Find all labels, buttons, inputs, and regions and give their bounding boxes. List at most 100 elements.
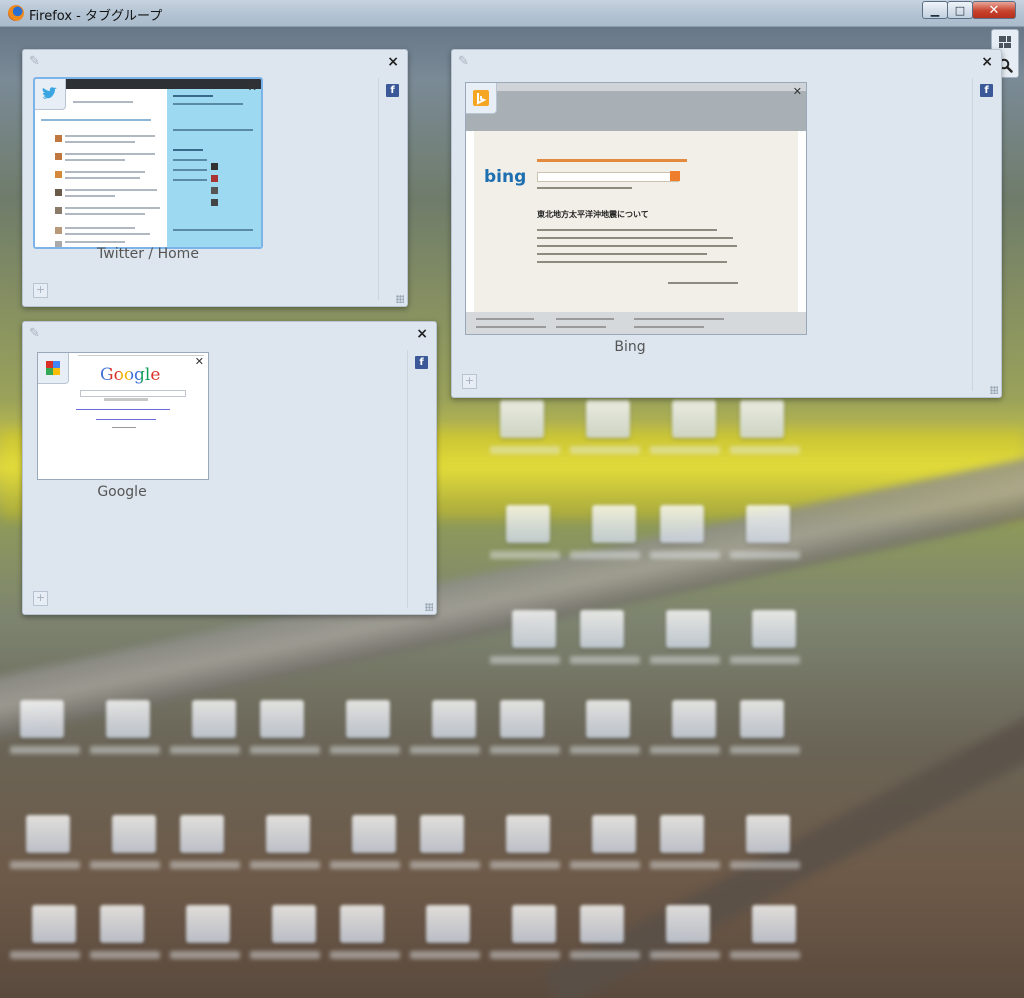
group-rename-pencil-icon[interactable]: ✎ — [29, 54, 40, 69]
desktop-file-icon — [260, 700, 304, 738]
desktop-file-icon — [180, 815, 224, 853]
desktop-file-icon — [426, 905, 470, 943]
tab-group-bing[interactable]: ✎ × f ✕ bing 東北地方太平洋沖地震について Bing + — [451, 49, 1002, 398]
desktop-file-icon — [672, 700, 716, 738]
twitter-icon — [35, 79, 66, 110]
desktop-file-label — [170, 746, 240, 754]
new-tab-button[interactable]: + — [33, 283, 48, 298]
desktop-file-label — [650, 861, 720, 869]
twitter-timeline — [35, 89, 167, 247]
desktop-file-label — [730, 746, 800, 754]
facebook-app-tab-icon[interactable]: f — [980, 84, 993, 97]
desktop-file-label — [250, 861, 320, 869]
desktop-file-icon — [352, 815, 396, 853]
desktop-file-label — [10, 746, 80, 754]
desktop-file-label — [250, 746, 320, 754]
twitter-topbar — [35, 79, 261, 89]
new-tab-button[interactable]: + — [462, 374, 477, 389]
tab-group-twitter[interactable]: ✎ × f ✕ Twitter / Home + — [22, 49, 408, 307]
desktop-file-label — [330, 951, 400, 959]
desktop-file-icon — [586, 700, 630, 738]
maximize-button[interactable]: □ — [947, 1, 973, 19]
desktop-file-icon — [752, 610, 796, 648]
desktop-file-icon — [340, 905, 384, 943]
desktop-file-icon — [740, 700, 784, 738]
close-window-button[interactable]: ✕ — [972, 1, 1016, 19]
bing-headline: 東北地方太平洋沖地震について — [537, 209, 649, 219]
desktop-file-icon — [506, 505, 550, 543]
group-resize-handle[interactable] — [425, 603, 433, 611]
desktop-file-label — [650, 951, 720, 959]
tab-title: Google — [97, 484, 147, 500]
desktop-file-icon — [746, 815, 790, 853]
desktop-file-icon — [500, 400, 544, 438]
new-tab-button[interactable]: + — [33, 591, 48, 606]
desktop-file-label — [490, 446, 560, 454]
desktop-file-icon — [100, 905, 144, 943]
desktop-file-icon — [420, 815, 464, 853]
tab-close-button[interactable]: ✕ — [195, 355, 204, 368]
desktop-file-label — [330, 861, 400, 869]
desktop-file-label — [650, 746, 720, 754]
desktop-file-label — [730, 861, 800, 869]
tab-google[interactable]: ✕ Google Google — [37, 352, 209, 502]
desktop-file-label — [570, 746, 640, 754]
desktop-file-label — [410, 746, 480, 754]
desktop-file-icon — [512, 905, 556, 943]
desktop-file-label — [730, 446, 800, 454]
tab-thumbnail[interactable]: ✕ Google — [37, 352, 209, 480]
desktop-file-label — [570, 861, 640, 869]
group-close-button[interactable]: × — [981, 54, 993, 70]
desktop-file-label — [10, 861, 80, 869]
desktop-file-label — [730, 951, 800, 959]
desktop-file-icon — [20, 700, 64, 738]
desktop-file-label — [170, 951, 240, 959]
bing-footer — [466, 312, 806, 334]
desktop-file-icon — [660, 815, 704, 853]
group-resize-handle[interactable] — [990, 386, 998, 394]
desktop-file-label — [650, 551, 720, 559]
desktop-file-label — [490, 951, 560, 959]
desktop-file-label — [730, 551, 800, 559]
tab-close-button[interactable]: ✕ — [248, 81, 257, 94]
tab-bing[interactable]: ✕ bing 東北地方太平洋沖地震について Bing — [465, 82, 808, 357]
desktop-file-icon — [506, 815, 550, 853]
desktop-file-label — [250, 951, 320, 959]
tab-close-button[interactable]: ✕ — [793, 85, 802, 98]
facebook-app-tab-icon[interactable]: f — [415, 356, 428, 369]
desktop-file-label — [570, 551, 640, 559]
group-close-button[interactable]: × — [416, 326, 428, 342]
desktop-file-icon — [272, 905, 316, 943]
group-close-button[interactable]: × — [387, 54, 399, 70]
group-rename-pencil-icon[interactable]: ✎ — [458, 54, 469, 69]
desktop-file-icon — [266, 815, 310, 853]
desktop-file-icon — [186, 905, 230, 943]
window-titlebar[interactable]: Firefox - タブグループ ▁ □ ✕ — [0, 0, 1024, 27]
tab-twitter[interactable]: ✕ Twitter / Home — [33, 77, 263, 262]
desktop-file-icon — [112, 815, 156, 853]
desktop-file-icon — [26, 815, 70, 853]
minimize-button[interactable]: ▁ — [922, 1, 948, 19]
tab-groups-icon — [999, 36, 1011, 48]
facebook-app-tab-icon[interactable]: f — [386, 84, 399, 97]
tab-title: Twitter / Home — [97, 246, 199, 262]
desktop-file-icon — [192, 700, 236, 738]
tab-group-google[interactable]: ✎ × f ✕ Google Google + — [22, 321, 437, 615]
tab-thumbnail[interactable]: ✕ bing 東北地方太平洋沖地震について — [465, 82, 807, 335]
desktop-file-icon — [500, 700, 544, 738]
google-logo: Google — [100, 365, 161, 385]
desktop-file-icon — [746, 505, 790, 543]
firefox-icon — [8, 5, 24, 21]
group-divider — [972, 78, 973, 391]
desktop-file-icon — [592, 505, 636, 543]
desktop-file-label — [570, 656, 640, 664]
desktop-file-label — [490, 746, 560, 754]
group-rename-pencil-icon[interactable]: ✎ — [29, 326, 40, 341]
desktop-file-icon — [752, 905, 796, 943]
bing-icon — [466, 83, 497, 114]
desktop-file-icon — [672, 400, 716, 438]
bing-logo: bing — [484, 167, 527, 187]
desktop-file-label — [330, 746, 400, 754]
group-resize-handle[interactable] — [396, 295, 404, 303]
tab-thumbnail[interactable]: ✕ — [33, 77, 263, 249]
